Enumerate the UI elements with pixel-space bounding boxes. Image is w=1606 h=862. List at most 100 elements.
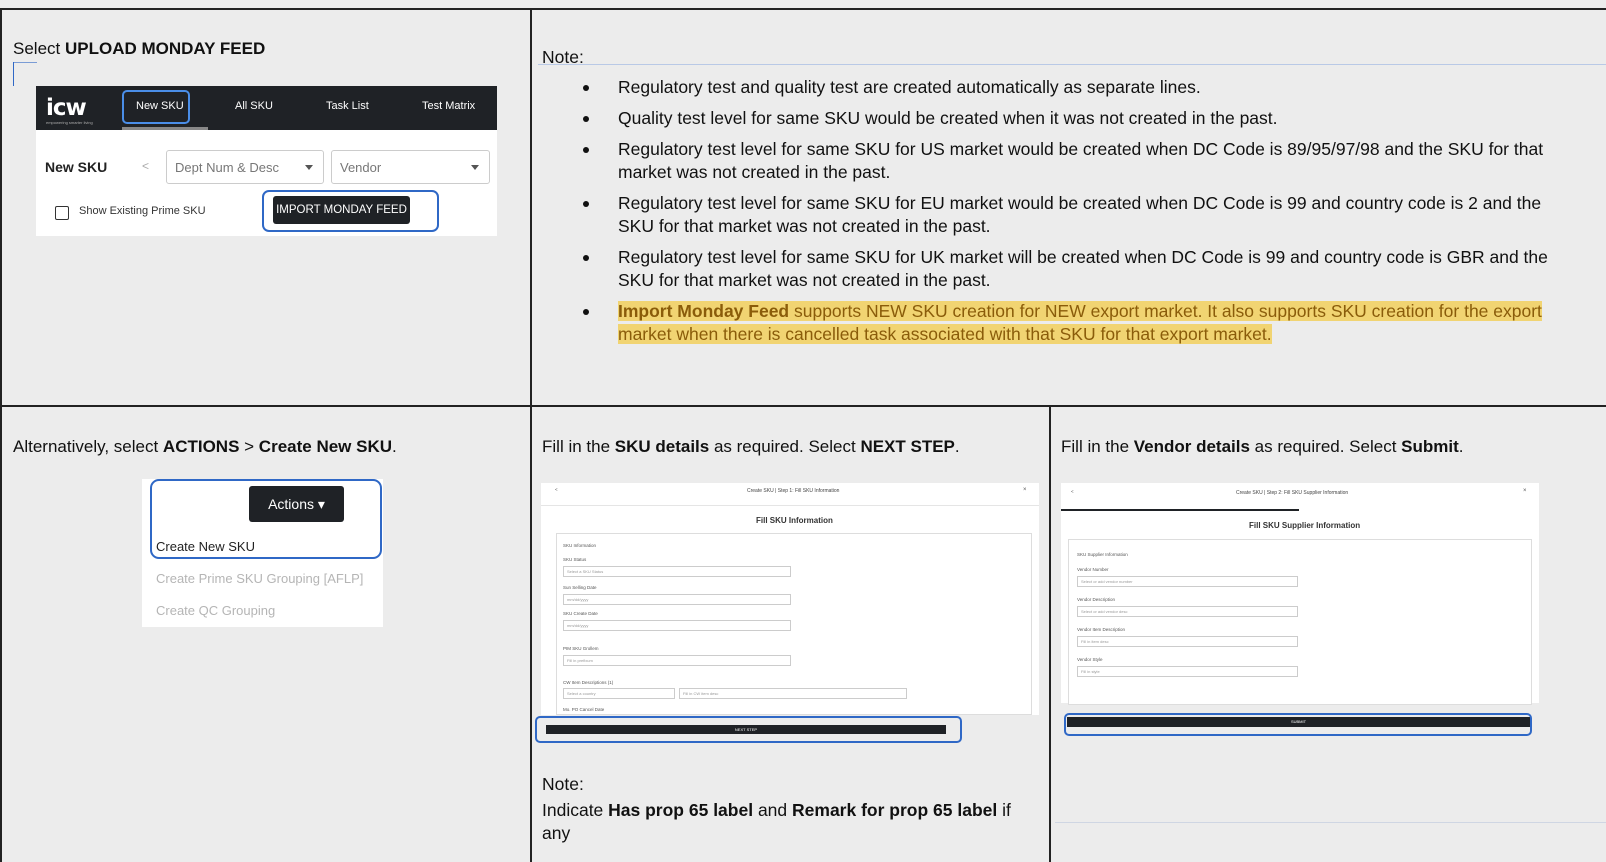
dept-placeholder: Dept Num & Desc	[175, 160, 280, 175]
text: and	[753, 800, 793, 820]
text: Alternatively, select	[13, 437, 163, 456]
text: .	[954, 437, 960, 456]
instruction-bold: UPLOAD MONDAY FEED	[64, 39, 266, 58]
vendor-item-desc-field[interactable]: Fill in item desc	[1077, 636, 1298, 647]
sku-status-select[interactable]: Select a SKU Status	[563, 566, 791, 577]
back-icon[interactable]: <	[1071, 489, 1074, 494]
vendor-desc-select[interactable]: Select or add vendor desc	[1077, 606, 1298, 617]
menu-item-create-qc-grouping[interactable]: Create QC Grouping	[156, 603, 275, 618]
vendor-placeholder: Vendor	[340, 160, 382, 175]
bold-text: Remark for prop 65 label	[792, 800, 998, 820]
close-icon[interactable]: ×	[1523, 488, 1527, 494]
next-step-highlight	[535, 716, 962, 743]
sku-info-panel: SKU Information SKU Status Select a SKU …	[556, 533, 1032, 715]
field-label: Vendor Style	[1077, 657, 1103, 662]
item-desc-field[interactable]: Fill in CW item desc	[679, 688, 907, 699]
screenshot-fill-supplier-information: < Create SKU | Step 2: Fill SKU Supplier…	[1061, 483, 1539, 705]
note-item: Regulatory test and quality test are cre…	[580, 76, 1570, 99]
guide-line	[538, 64, 1606, 65]
caret-down-icon	[471, 165, 479, 170]
country-select[interactable]: Select a country	[563, 688, 675, 699]
form-title: Fill SKU Supplier Information	[1249, 521, 1361, 530]
menu-item-create-prime-grouping[interactable]: Create Prime SKU Grouping [AFLP]	[156, 571, 363, 586]
form-title: Fill SKU Information	[756, 516, 833, 525]
step-progress-bar	[1061, 509, 1299, 511]
date-field[interactable]: mm/dd/yyyy	[563, 594, 791, 605]
text: as required. Select	[709, 437, 861, 456]
bold-text: ACTIONS	[162, 437, 240, 456]
tab-test-matrix[interactable]: Test Matrix	[422, 100, 475, 112]
tab-new-sku[interactable]: New SKU	[136, 100, 184, 112]
bold-text: Vendor details	[1133, 437, 1250, 456]
logo-tagline: empowering smarter living	[46, 120, 93, 125]
note-item: Regulatory test level for same SKU for U…	[580, 246, 1570, 292]
note-item-highlighted: Import Monday Feed supports NEW SKU crea…	[580, 300, 1570, 346]
table-border-left	[0, 8, 2, 862]
header-divider	[541, 505, 1039, 506]
dialog-header: Create SKU | Step 1: Fill SKU Informatio…	[747, 488, 840, 494]
tab-all-sku[interactable]: All SKU	[235, 100, 273, 112]
section-title: SKU Information	[563, 543, 597, 548]
field-label: CW Item Descriptions (1)	[563, 680, 614, 685]
bold-text: SKU details	[614, 437, 710, 456]
text: >	[239, 437, 259, 456]
import-button-highlight	[262, 190, 439, 232]
table-border-top	[0, 8, 1606, 10]
field-label: SKU Create Date	[563, 611, 598, 616]
table-row-divider	[0, 405, 1606, 407]
note-item: Quality test level for same SKU would be…	[580, 107, 1570, 130]
bold-text: Has prop 65 label	[608, 800, 754, 820]
bold-text: Submit	[1401, 437, 1459, 456]
guide-line	[1055, 822, 1606, 823]
back-icon[interactable]: <	[555, 487, 558, 492]
table-column-divider-2	[1049, 405, 1051, 862]
close-icon[interactable]: ×	[1023, 487, 1027, 493]
text-cursor	[13, 62, 14, 86]
screenshot-fill-sku-information: < Create SKU | Step 1: Fill SKU Informat…	[541, 483, 1039, 715]
text: Indicate	[542, 800, 609, 820]
field-label: Mo. PO Cancel Date	[563, 707, 605, 712]
text-field[interactable]: Fill in prefixum	[563, 655, 791, 666]
dialog-header: Create SKU | Step 2: Fill SKU Supplier I…	[1236, 490, 1349, 496]
instruction-upload: Select UPLOAD MONDAY FEED	[13, 38, 265, 60]
bold-text: Create New SKU	[258, 437, 393, 456]
bold-text: NEXT STEP	[860, 437, 955, 456]
note2-heading: Note:	[542, 774, 584, 794]
text-cursor-mark	[13, 62, 37, 63]
notes-list: Regulatory test and quality test are cre…	[580, 76, 1570, 354]
field-label: Vendor Description	[1077, 597, 1116, 602]
note-item: Regulatory test level for same SKU for E…	[580, 192, 1570, 238]
highlight-bold: Import Monday Feed	[618, 301, 790, 321]
date-field[interactable]: mm/dd/yyyy	[563, 620, 791, 631]
note2-text: Indicate Has prop 65 label and Remark fo…	[542, 799, 1042, 845]
submit-highlight	[1064, 713, 1532, 736]
checkbox-label: Show Existing Prime SKU	[79, 205, 206, 217]
vendor-dropdown[interactable]: Vendor	[331, 150, 490, 184]
vendor-number-select[interactable]: Select or add vendor number	[1077, 576, 1298, 587]
vendor-style-field[interactable]: Fill in style	[1077, 666, 1298, 677]
top-navbar: icw empowering smarter living New SKU Al…	[36, 86, 497, 130]
instruction-sku-details: Fill in the SKU details as required. Sel…	[542, 436, 960, 458]
tab-task-list[interactable]: Task List	[326, 100, 369, 112]
dept-dropdown[interactable]: Dept Num & Desc	[166, 150, 324, 184]
menu-item-create-new-sku[interactable]: Create New SKU	[156, 539, 255, 554]
text: Fill in the	[1061, 437, 1134, 456]
show-prime-sku-checkbox[interactable]	[55, 206, 69, 220]
screenshot-new-sku-page: icw empowering smarter living New SKU Al…	[36, 86, 497, 236]
field-label: Sun Selling Date	[563, 585, 597, 590]
field-label: SKU Status	[563, 557, 587, 562]
text: Fill in the	[542, 437, 615, 456]
note-item: Regulatory test level for same SKU for U…	[580, 138, 1570, 184]
text: .	[1458, 437, 1464, 456]
icw-logo: icw	[46, 95, 87, 121]
table-column-divider	[530, 8, 532, 862]
text: as required. Select	[1249, 437, 1402, 456]
instruction-actions: Alternatively, select ACTIONS > Create N…	[13, 436, 397, 458]
supplier-info-panel: SKU Supplier Information Vendor Number S…	[1068, 539, 1532, 705]
chevron-left-icon[interactable]: <	[142, 159, 149, 173]
field-label: Vendor Item Description	[1077, 627, 1126, 632]
field-label: Vendor Number	[1077, 567, 1109, 572]
instruction-text: Select	[13, 39, 65, 58]
field-label: PIM SKU Grollem	[563, 646, 599, 651]
section-title: SKU Supplier Information	[1077, 552, 1128, 557]
